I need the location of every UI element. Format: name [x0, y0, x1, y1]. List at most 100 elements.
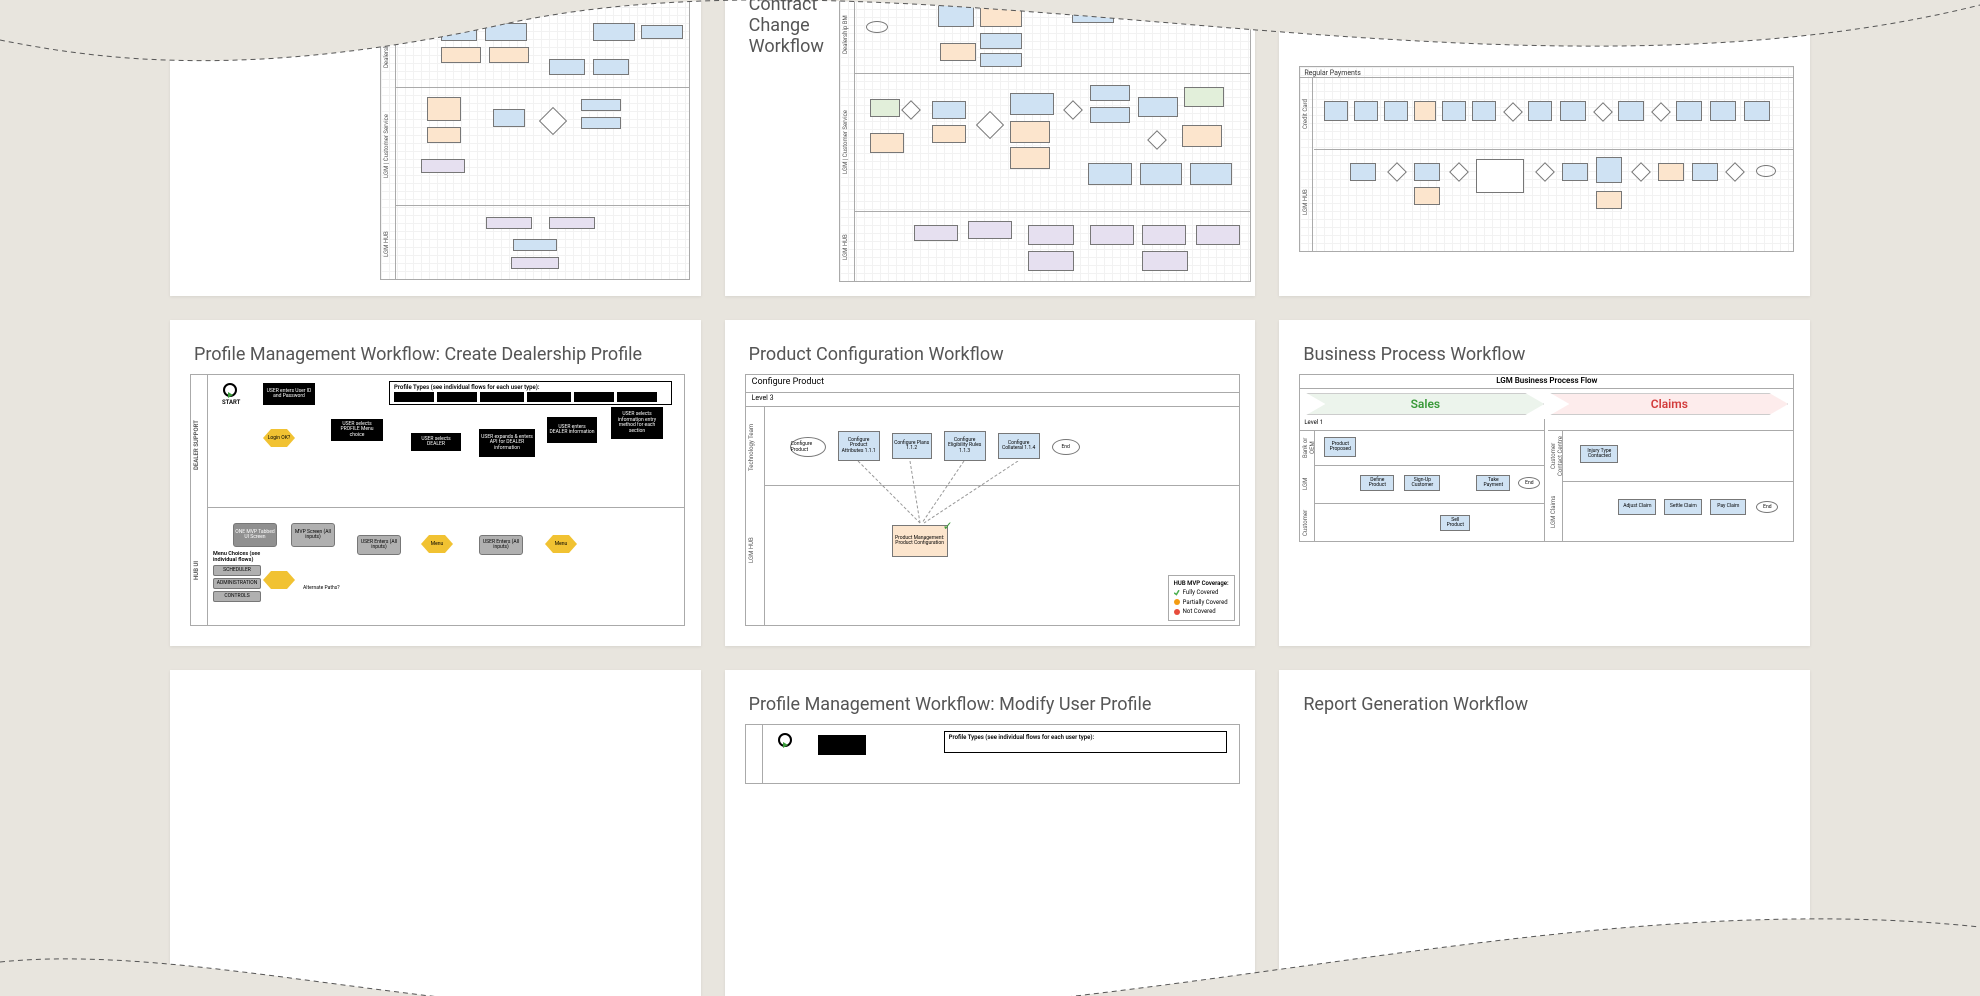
flow-node — [1354, 101, 1378, 121]
flow-node — [1142, 251, 1188, 271]
legend-full: Fully Covered — [1183, 589, 1219, 596]
node-settle: Settle Claim — [1664, 499, 1702, 515]
lane-label: Credit Card — [1302, 87, 1309, 142]
flow-node — [549, 59, 585, 75]
diagram-business: LGM Business Process Flow Sales Claims L… — [1299, 374, 1794, 542]
card-business-process[interactable]: Business Process Workflow LGM Business P… — [1279, 320, 1810, 646]
flow-node — [1090, 225, 1134, 245]
node-end-left: End — [1518, 477, 1540, 489]
flow-node — [581, 99, 621, 111]
card-quote-generation[interactable]: Quote Generation Workflow SLM Quote Work… — [170, 0, 701, 296]
flow-node — [441, 47, 481, 63]
chev-claims: Claims — [1550, 393, 1788, 415]
flow-node — [593, 23, 635, 41]
lane-label: Dealership BM — [383, 19, 390, 79]
profile-type — [574, 392, 614, 402]
card-contract-change[interactable]: Contract Change Workflow Policy Change W… — [725, 0, 1256, 296]
flow-node — [511, 257, 559, 269]
flow-node — [1692, 163, 1718, 181]
card-title: Quote Generation Workflow — [194, 0, 314, 57]
flow-node — [1350, 163, 1376, 181]
flow-node — [427, 127, 461, 143]
step-eligibility: Configure Eligibility Rules 1.1.3 — [944, 431, 986, 461]
card-financing[interactable]: In-house Financing Process Workflow Regu… — [1279, 0, 1810, 296]
flow-node — [1142, 225, 1186, 245]
dashed-connectors — [846, 461, 1046, 525]
decision-node — [1651, 102, 1671, 122]
card-profile-create[interactable]: Profile Management Workflow: Create Deal… — [170, 320, 701, 646]
flow-node — [1196, 225, 1240, 245]
decision-node — [1535, 162, 1555, 182]
card-title: Profile Management Workflow: Modify User… — [749, 694, 1232, 715]
flow-node — [1710, 101, 1736, 121]
flow-node — [870, 99, 900, 117]
legend-title: HUB MVP Coverage: — [1174, 579, 1229, 589]
node-user-enters2: USER Enters (All inputs) — [479, 535, 523, 555]
legend-dot-none — [1174, 609, 1180, 615]
profile-types-box: Profile Types (see individual flows for … — [389, 381, 672, 405]
step-end: End — [1052, 439, 1080, 455]
diagram-financing: Regular Payments Credit Card LGM HUB — [1299, 66, 1794, 252]
profile-type — [527, 392, 571, 402]
diagram-header: Configure Product — [746, 375, 1239, 393]
card-title: Product Configuration Workflow — [749, 344, 1232, 365]
flow-node — [1184, 87, 1224, 107]
lane-label: LGM — [1302, 469, 1309, 499]
flow-node — [441, 23, 477, 41]
flow-node — [1010, 93, 1054, 115]
node-mvp-screen: MVP Screen (All inputs) — [291, 523, 335, 547]
hub-node: Product Management: Product Configuratio… — [892, 525, 948, 557]
start-icon — [778, 733, 792, 747]
lane-label: LGM | Customer Service — [383, 99, 390, 194]
card-profile-modify[interactable]: Profile Management Workflow: Modify User… — [725, 670, 1256, 996]
flow-node — [1324, 101, 1348, 121]
lane-label: LGM | Customer Service — [842, 85, 849, 200]
start-node — [866, 21, 888, 33]
profile-types-box: Profile Types (see individual flows for … — [944, 731, 1227, 753]
lane-label: Dealership BM — [842, 5, 849, 65]
diagram-quote: SLM Quote Workflow Dealership BM LGM | C… — [380, 0, 690, 280]
step-attributes: Configure Product Attributes 1.1.1 — [838, 431, 880, 461]
card-placeholder-bottom[interactable] — [170, 670, 701, 996]
legend-dot-partial — [1174, 599, 1180, 605]
node-user-enters: USER Enters (All inputs) — [357, 535, 401, 555]
lane-label: HUB UI — [193, 535, 200, 605]
flow-node — [1414, 101, 1436, 121]
menu-item: CONTROLS — [213, 591, 261, 602]
flow-node — [1472, 101, 1496, 121]
flow-node — [1028, 251, 1074, 271]
flow-node — [1090, 85, 1130, 101]
start-node — [407, 27, 429, 39]
decision-login: Login OK? — [263, 429, 295, 447]
lane-label: LGM HUB — [1302, 162, 1309, 242]
decision-alt — [263, 571, 295, 589]
diagram-title: Regular Payments — [1304, 69, 1361, 77]
lane-label: Bank or OEM — [1302, 433, 1316, 463]
diagram-header: LGM Business Process Flow — [1300, 375, 1793, 389]
node-one-mvp: ONE MVP Tabbed UI Screen — [233, 523, 277, 547]
step-plans: Configure Plans 1.1.2 — [892, 433, 932, 459]
flow-node — [485, 23, 527, 41]
flow-node — [427, 97, 461, 121]
flow-node — [1028, 225, 1074, 245]
flow-node — [980, 53, 1022, 67]
menu-item: SCHEDULER — [213, 565, 261, 576]
level-label-left: Level 1 — [1300, 419, 1544, 431]
decision-node — [1063, 100, 1083, 120]
flow-node — [641, 25, 683, 39]
card-product-config[interactable]: Product Configuration Workflow Configure… — [725, 320, 1256, 646]
flow-node — [1658, 163, 1684, 181]
level-label: Level 3 — [746, 393, 1239, 407]
node-sell: Sell Product — [1440, 515, 1470, 531]
decision-node — [1593, 102, 1613, 122]
node-select-profile: USER selects PROFILE Menu choice — [331, 419, 383, 441]
profile-type — [617, 392, 657, 402]
card-report-generation[interactable]: Report Generation Workflow — [1279, 670, 1810, 996]
node-expand-api: USER expands & enters API for DEALER inf… — [479, 429, 535, 457]
lane-label: LGM Claims — [1550, 487, 1557, 537]
lane-label: DEALER SUPPORT — [193, 395, 200, 495]
flow-node — [1384, 101, 1408, 121]
flow-node — [1596, 191, 1622, 209]
diagram-profile-modify: Profile Types (see individual flows for … — [745, 724, 1240, 784]
decision-node — [1147, 130, 1167, 150]
